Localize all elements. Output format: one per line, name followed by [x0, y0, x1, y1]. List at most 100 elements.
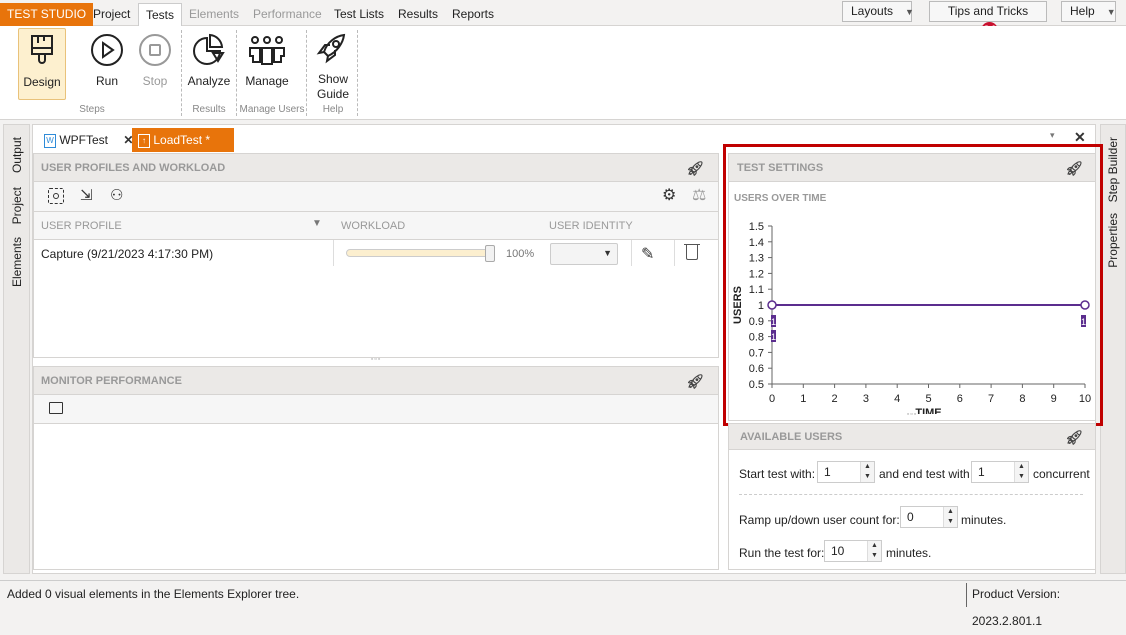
y-tick-label: 0.5	[749, 379, 764, 391]
x-tick-label: 8	[1019, 393, 1025, 405]
status-divider	[966, 583, 967, 607]
users-over-time-chart: 0.5 0.6 0.7 0.8 0.9 1 1.1 1.2 1.3 1.4 1.5 0 1 2 3 4 5 6 7 8…	[732, 221, 1091, 414]
start-users-input[interactable]: 1 ▲ ▼	[817, 461, 875, 483]
help-dropdown[interactable]: Help ▼	[1061, 1, 1116, 22]
ramp-minutes-input[interactable]: 0 ▲ ▼	[900, 506, 958, 528]
tab-list-dropdown-icon[interactable]: ▾	[1050, 130, 1055, 141]
menu-tab-elements[interactable]: Elements	[182, 3, 246, 26]
spinner-arrows[interactable]: ▲ ▼	[867, 541, 881, 561]
rail-tab-properties[interactable]: Properties	[1106, 213, 1120, 268]
user-identity-select[interactable]: ▼	[550, 243, 618, 265]
spinner-arrows[interactable]: ▲ ▼	[860, 462, 874, 482]
chevron-down-icon: ▼	[905, 7, 914, 17]
trash-icon[interactable]	[686, 245, 698, 260]
gear-icon[interactable]: ⚙	[662, 185, 676, 205]
filter-icon[interactable]: ▼	[312, 218, 322, 229]
design-button[interactable]: Design	[18, 28, 66, 100]
data-label: 1	[771, 332, 776, 342]
group-label-steps: Steps	[79, 104, 105, 115]
spinner-arrows[interactable]: ▲ ▼	[943, 507, 957, 527]
analyze-button[interactable]: Analyze	[186, 28, 232, 100]
brand-tab[interactable]: TEST STUDIO	[0, 3, 94, 26]
cell-divider	[333, 240, 334, 266]
rail-tab-output[interactable]: Output	[10, 137, 24, 173]
col-user-identity[interactable]: USER IDENTITY	[549, 220, 633, 232]
load-file-icon: ↑	[138, 133, 150, 148]
end-users-value: 1	[978, 465, 985, 479]
rocket-icon[interactable]: 🚀︎	[686, 154, 704, 182]
run-minutes-input[interactable]: 10 ▲ ▼	[824, 540, 882, 562]
run-unit: minutes.	[886, 546, 932, 560]
layouts-dropdown[interactable]: Layouts ▼	[842, 1, 914, 22]
stop-button[interactable]: Stop	[134, 28, 176, 100]
table-row[interactable]: Capture (9/21/2023 4:17:30 PM) 100% ▼ ✎	[34, 240, 718, 268]
rocket-icon[interactable]: 🚀︎	[686, 367, 704, 395]
tips-and-tricks-button[interactable]: Tips and Tricks24	[929, 1, 1047, 40]
rail-tab-project[interactable]: Project	[10, 187, 24, 224]
monitor-performance-panel: MONITOR PERFORMANCE 🚀︎	[33, 366, 719, 570]
y-tick-label: 1.1	[749, 284, 764, 296]
run-test-label: Run the test for:	[739, 546, 825, 560]
stop-icon	[139, 34, 171, 66]
right-rail: Step Builder Properties	[1100, 124, 1126, 574]
menu-tab-project[interactable]: Project	[86, 3, 137, 26]
menu-tab-reports[interactable]: Reports	[445, 3, 501, 26]
show-guide-button[interactable]: Show Guide	[312, 28, 354, 101]
tips-label: Tips and Tricks	[947, 4, 1029, 18]
monitor-icon[interactable]	[49, 402, 63, 414]
col-user-profile[interactable]: USER PROFILE	[41, 220, 122, 232]
group-label-results: Results	[192, 104, 226, 115]
concurrent-label: concurrent	[1033, 467, 1090, 481]
chevron-down-icon: ▼	[1106, 7, 1116, 17]
pencil-icon[interactable]: ✎	[641, 244, 654, 264]
y-tick-label: 1.2	[749, 268, 764, 280]
status-message: Added 0 visual elements in the Elements …	[7, 587, 300, 601]
run-button[interactable]: Run	[86, 28, 128, 100]
rail-tab-elements[interactable]: Elements	[10, 237, 24, 287]
divider	[739, 494, 1083, 495]
y-tick-label: 1.4	[749, 237, 764, 249]
manage-label: Manage	[245, 74, 289, 88]
end-users-input[interactable]: 1 ▲ ▼	[971, 461, 1029, 483]
workload-slider-thumb[interactable]	[485, 245, 495, 262]
ramp-value: 0	[907, 510, 914, 524]
user-lock-icon[interactable]: ⚇	[110, 186, 123, 204]
manage-button[interactable]: Manage	[241, 28, 293, 100]
splitter-grip[interactable]: ▫▫▫	[33, 356, 719, 363]
monitor-toolbar	[34, 395, 718, 424]
rocket-icon	[316, 33, 346, 64]
x-tick-label: 1	[800, 393, 806, 405]
design-label: Design	[23, 75, 61, 89]
menu-bar: TEST STUDIO Project Tests Elements Perfo…	[0, 0, 1126, 40]
doc-tab-wpftest[interactable]: W WPFTest ✕	[38, 128, 139, 152]
chart-title: USERS OVER TIME	[734, 193, 827, 204]
run-value: 10	[831, 544, 845, 558]
menu-tab-performance[interactable]: Performance	[246, 3, 329, 26]
panel-header: USER PROFILES AND WORKLOAD 🚀︎	[34, 154, 718, 182]
rocket-icon[interactable]: 🚀︎	[1065, 424, 1083, 450]
menu-tab-test-lists[interactable]: Test Lists	[327, 3, 391, 26]
capture-icon[interactable]	[48, 188, 64, 204]
doc-tab-label: WPFTest	[59, 133, 109, 147]
splitter-grip[interactable]: ▫▫▫	[729, 411, 1095, 418]
user-profiles-panel: USER PROFILES AND WORKLOAD 🚀︎ ⇲ ⚇ ⚙ ⚖ US…	[33, 153, 719, 358]
balance-icon[interactable]: ⚖	[692, 185, 706, 205]
rocket-icon[interactable]: 🚀︎	[1065, 154, 1083, 182]
status-bar: Added 0 visual elements in the Elements …	[0, 580, 1126, 628]
panel-title: TEST SETTINGS	[737, 162, 824, 174]
workload-slider[interactable]	[346, 249, 492, 257]
spinner-arrows[interactable]: ▲ ▼	[1014, 462, 1028, 482]
product-version: Product Version: 2023.2.801.1	[972, 587, 1061, 628]
doc-tab-loadtest[interactable]: ↑ LoadTest * ✕	[132, 128, 234, 171]
menu-tab-tests[interactable]: Tests	[138, 3, 183, 27]
import-icon[interactable]: ⇲	[80, 186, 93, 204]
y-tick-label: 1	[758, 300, 764, 312]
panel-title: MONITOR PERFORMANCE	[41, 375, 182, 387]
x-tick-label: 0	[769, 393, 775, 405]
col-workload[interactable]: WORKLOAD	[341, 220, 405, 232]
menu-tab-results[interactable]: Results	[391, 3, 445, 26]
rail-tab-step-builder[interactable]: Step Builder	[1106, 137, 1120, 202]
run-label: Run	[95, 74, 118, 88]
paintbrush-icon	[31, 35, 53, 64]
ribbon-separator	[181, 30, 182, 116]
